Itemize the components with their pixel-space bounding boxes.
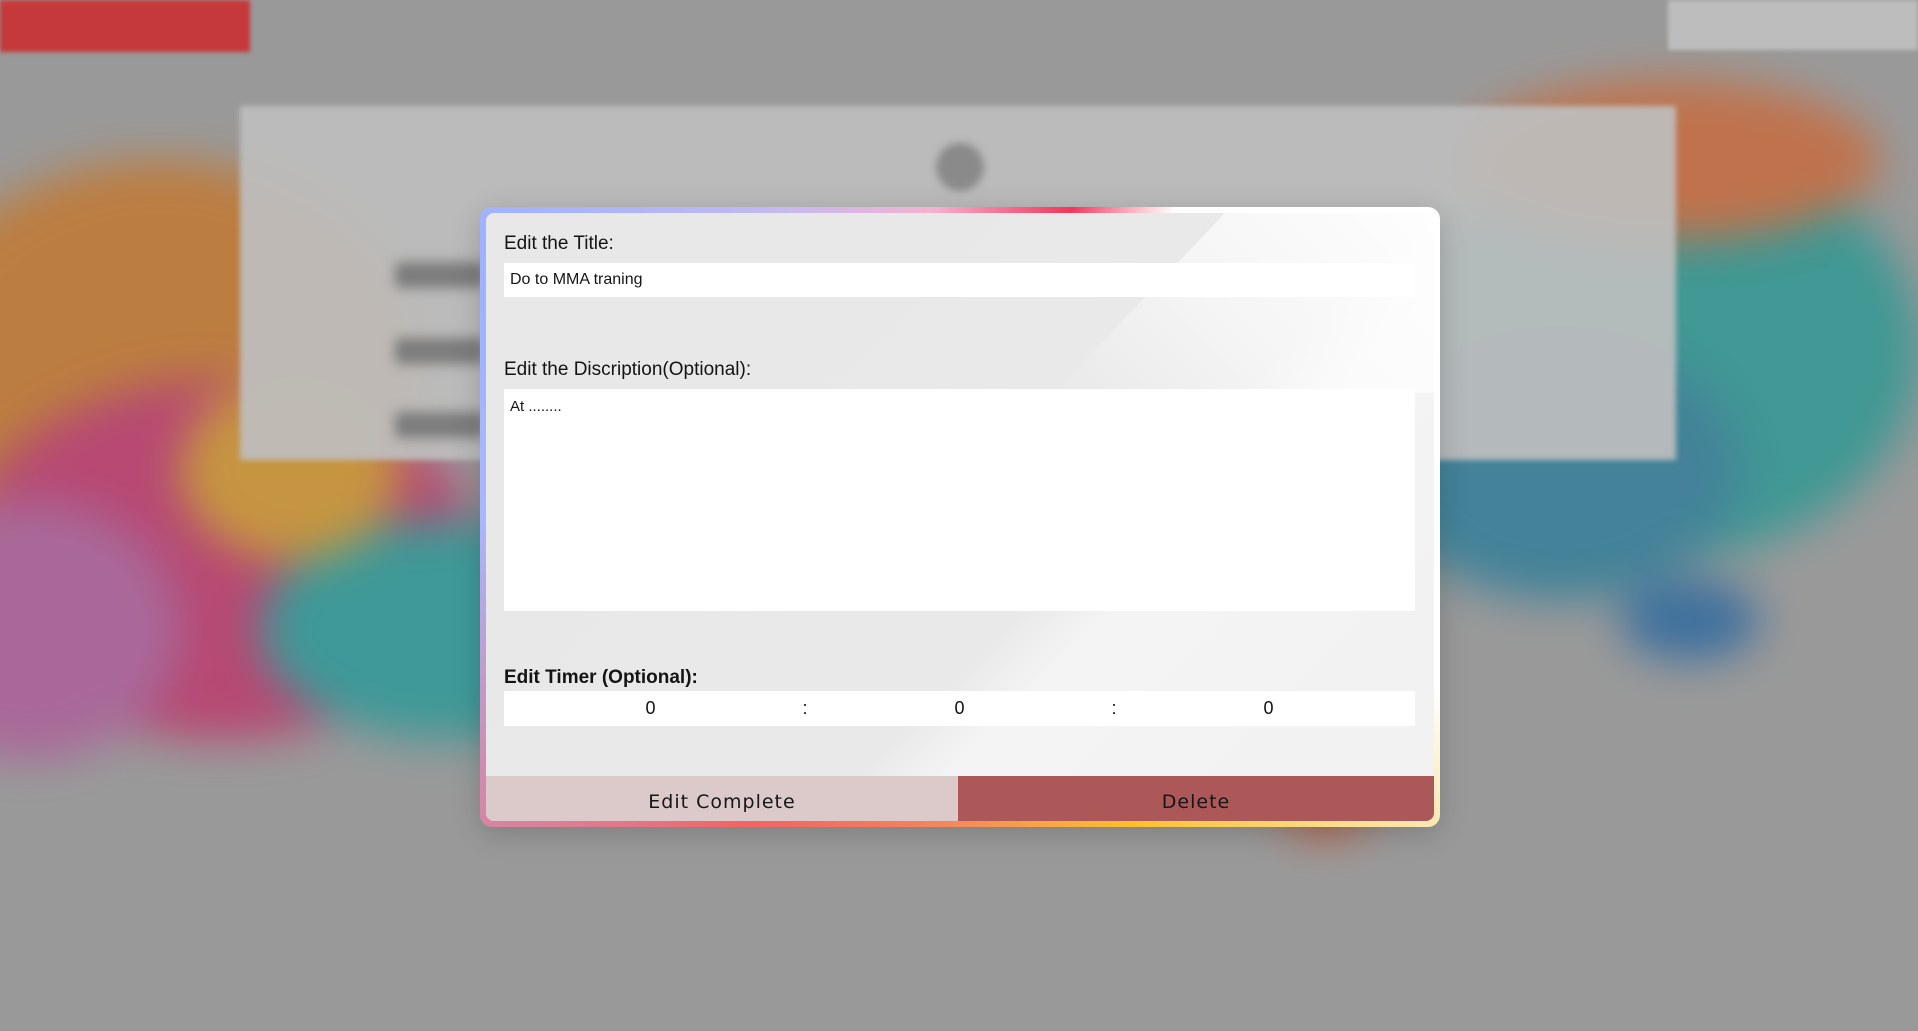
edit-complete-button[interactable]: Edit Complete xyxy=(486,776,958,821)
timer-separator: : xyxy=(802,698,808,718)
timer-seconds-input[interactable]: 0 xyxy=(1122,698,1415,719)
timer-minutes-input[interactable]: 0 xyxy=(813,698,1106,719)
description-textarea[interactable]: At ........ xyxy=(504,389,1415,611)
modal-shine-decoration xyxy=(1054,213,1434,393)
timer-label: Edit Timer (Optional): xyxy=(504,667,698,688)
edit-task-modal: Edit the Title: Edit the Discription(Opt… xyxy=(480,207,1440,827)
timer-input-group: 0 : 0 : 0 xyxy=(504,691,1415,726)
edit-task-modal-body: Edit the Title: Edit the Discription(Opt… xyxy=(486,213,1434,821)
background-add-icon xyxy=(936,143,984,191)
timer-separator: : xyxy=(1111,698,1117,718)
delete-button[interactable]: Delete xyxy=(958,776,1434,821)
title-input[interactable] xyxy=(504,263,1415,297)
description-label: Edit the Discription(Optional): xyxy=(504,359,752,380)
title-label: Edit the Title: xyxy=(504,233,614,254)
background-list-item xyxy=(395,338,485,364)
background-nav-tab xyxy=(0,0,250,52)
background-list-item xyxy=(395,262,485,288)
background-list-item xyxy=(395,412,485,438)
timer-hours-input[interactable]: 0 xyxy=(504,698,797,719)
background-header-button xyxy=(1668,0,1918,50)
